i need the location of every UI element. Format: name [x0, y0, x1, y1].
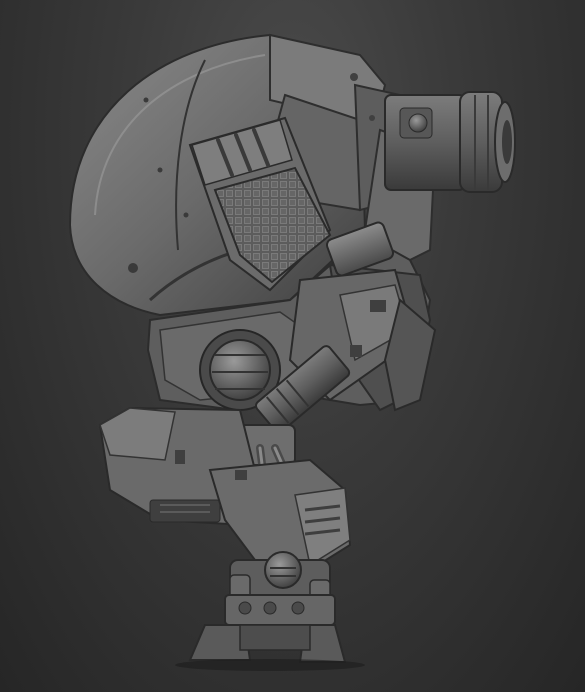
- side-cannon: [384, 91, 516, 193]
- foot: [175, 594, 365, 671]
- robot-sculpt-render: [68, 33, 516, 671]
- render-viewport: [0, 0, 585, 692]
